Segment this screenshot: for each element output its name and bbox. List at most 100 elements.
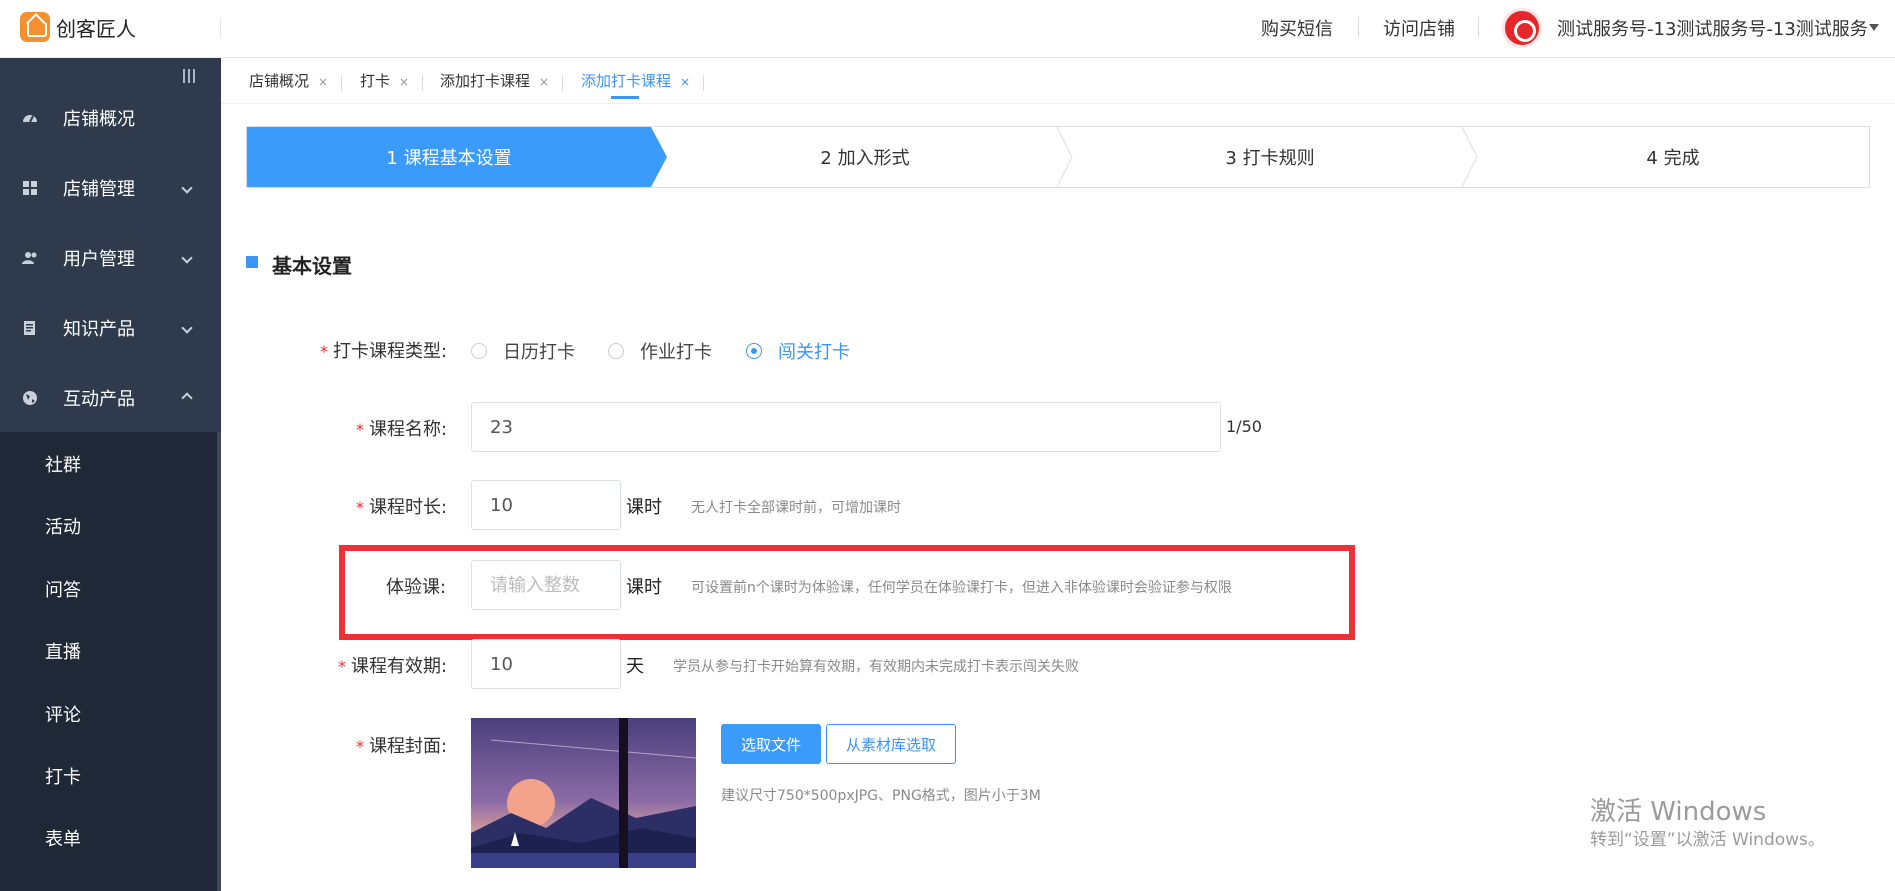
required-mark: * bbox=[320, 342, 328, 361]
submenu: 社群 活动 问答 直播 评论 打卡 表单 bbox=[0, 432, 217, 891]
close-icon[interactable]: × bbox=[318, 75, 328, 89]
close-icon[interactable]: × bbox=[539, 75, 549, 89]
cover-image bbox=[471, 718, 696, 868]
required-mark: * bbox=[356, 498, 364, 517]
divider bbox=[341, 75, 342, 91]
active-tab-indicator bbox=[611, 96, 639, 99]
validity-unit: 天 bbox=[626, 656, 644, 677]
sidebar-item-label: 店铺管理 bbox=[63, 179, 135, 200]
radio-circle[interactable] bbox=[471, 343, 487, 359]
collapse-menu-icon[interactable] bbox=[183, 69, 197, 83]
tab-checkin[interactable]: 打卡 × bbox=[360, 70, 409, 91]
buy-sms-link[interactable]: 购买短信 bbox=[1261, 15, 1333, 41]
divider bbox=[1478, 17, 1479, 37]
chevron-up-icon bbox=[181, 392, 193, 404]
label-text: 课程名称: bbox=[369, 419, 448, 440]
course-validity-input[interactable] bbox=[471, 639, 621, 689]
windows-activation-subtitle: 转到“设置”以激活 Windows。 bbox=[1590, 830, 1825, 850]
sidebar-item-knowledge-products[interactable]: 知识产品 bbox=[0, 293, 221, 363]
sidebar-subitem-live[interactable]: 直播 bbox=[45, 638, 81, 664]
radio-label: 作业打卡 bbox=[640, 342, 712, 363]
users-icon bbox=[22, 252, 37, 264]
windows-activation-title: 激活 Windows bbox=[1590, 797, 1767, 827]
logo-text: 创客匠人 bbox=[56, 16, 136, 41]
required-mark: * bbox=[356, 737, 364, 756]
duration-unit: 课时 bbox=[626, 497, 662, 518]
steps-bar: 1 课程基本设置 2 加入形式 3 打卡规则 4 完成 bbox=[246, 126, 1870, 188]
tab-add-checkin-course[interactable]: 添加打卡课程 × bbox=[440, 70, 549, 91]
top-bar: 创客匠人 购买短信 访问店铺 测试服务号-13测试服务号-13测试服务 bbox=[0, 0, 1895, 58]
sidebar-subitem-qa[interactable]: 问答 bbox=[45, 576, 81, 602]
select-from-library-button[interactable]: 从素材库选取 bbox=[826, 724, 956, 764]
close-icon[interactable]: × bbox=[680, 75, 690, 89]
trial-lesson-label: 体验课: bbox=[386, 577, 447, 598]
cover-illustration bbox=[471, 718, 696, 868]
close-icon[interactable]: × bbox=[399, 75, 409, 89]
grid-icon bbox=[23, 181, 37, 195]
tab-label: 打卡 bbox=[360, 72, 391, 90]
globe-icon bbox=[23, 391, 37, 405]
step-separators bbox=[651, 127, 1478, 187]
sidebar-item-label: 知识产品 bbox=[63, 319, 135, 340]
sidebar-item-store-overview[interactable]: 店铺概况 bbox=[0, 83, 221, 153]
course-validity-label: * 课程有效期: bbox=[338, 652, 447, 678]
required-mark: * bbox=[338, 657, 346, 676]
avatar[interactable] bbox=[1502, 8, 1542, 48]
cover-hint: 建议尺寸750*500pxJPG、PNG格式，图片小于3M bbox=[721, 788, 1041, 804]
divider bbox=[703, 75, 704, 91]
sidebar-item-label: 用户管理 bbox=[63, 249, 135, 270]
sidebar-subitem-checkin[interactable]: 打卡 bbox=[45, 763, 81, 789]
divider bbox=[220, 18, 221, 38]
label-text: 课程有效期: bbox=[351, 656, 448, 677]
logo[interactable]: 创客匠人 bbox=[20, 12, 136, 42]
visit-store-link[interactable]: 访问店铺 bbox=[1383, 15, 1455, 41]
chevron-down-icon bbox=[181, 252, 193, 264]
chevron-down-icon bbox=[181, 182, 193, 194]
section-marker bbox=[246, 256, 258, 268]
trial-unit: 课时 bbox=[626, 577, 662, 598]
course-duration-input[interactable] bbox=[471, 480, 621, 530]
tab-add-checkin-course-active[interactable]: 添加打卡课程 × bbox=[581, 70, 690, 91]
radio-homework-checkin[interactable]: 作业打卡 bbox=[608, 338, 712, 364]
char-counter: 1/50 bbox=[1226, 417, 1262, 436]
tab-label: 添加打卡课程 bbox=[581, 72, 672, 90]
radio-level-checkin[interactable]: 闯关打卡 bbox=[746, 338, 850, 364]
section-title: 基本设置 bbox=[272, 254, 352, 278]
select-file-button[interactable]: 选取文件 bbox=[721, 724, 821, 764]
sidebar-item-store-management[interactable]: 店铺管理 bbox=[0, 153, 221, 223]
chevron-down-icon bbox=[181, 322, 193, 334]
course-duration-label: * 课程时长: bbox=[356, 493, 447, 519]
divider bbox=[422, 75, 423, 91]
radio-label: 日历打卡 bbox=[503, 342, 575, 363]
trial-lesson-input[interactable] bbox=[471, 560, 621, 610]
sidebar-subitem-comments[interactable]: 评论 bbox=[45, 701, 81, 727]
user-name[interactable]: 测试服务号-13测试服务号-13测试服务 bbox=[1557, 15, 1868, 41]
sidebar-item-interactive-products[interactable]: 互动产品 bbox=[0, 363, 221, 433]
required-mark: * bbox=[356, 420, 364, 439]
label-text: 课程封面: bbox=[369, 736, 448, 757]
course-name-input[interactable] bbox=[471, 402, 1221, 452]
divider bbox=[1358, 17, 1359, 37]
radio-circle[interactable] bbox=[608, 343, 624, 359]
course-cover-label: * 课程封面: bbox=[356, 732, 447, 758]
divider bbox=[562, 75, 563, 91]
scrollbar[interactable] bbox=[217, 432, 221, 891]
chevron-down-icon[interactable] bbox=[1869, 24, 1879, 31]
document-icon bbox=[24, 321, 35, 335]
sidebar-subitem-community[interactable]: 社群 bbox=[45, 451, 81, 477]
tab-label: 店铺概况 bbox=[249, 72, 310, 90]
label-text: 打卡课程类型: bbox=[333, 341, 448, 362]
sidebar-item-label: 店铺概况 bbox=[63, 109, 135, 130]
radio-label: 闯关打卡 bbox=[778, 342, 850, 363]
sidebar-item-user-management[interactable]: 用户管理 bbox=[0, 223, 221, 293]
tab-store-overview[interactable]: 店铺概况 × bbox=[249, 70, 328, 91]
sidebar-subitem-forms[interactable]: 表单 bbox=[45, 825, 81, 851]
logo-icon bbox=[20, 12, 50, 42]
dashboard-icon bbox=[23, 115, 37, 123]
duration-hint: 无人打卡全部课时前，可增加课时 bbox=[691, 500, 901, 516]
radio-circle[interactable] bbox=[746, 343, 762, 359]
radio-calendar-checkin[interactable]: 日历打卡 bbox=[471, 338, 575, 364]
course-type-label: * 打卡课程类型: bbox=[320, 337, 447, 363]
sidebar-subitem-activity[interactable]: 活动 bbox=[45, 513, 81, 539]
course-name-label: * 课程名称: bbox=[356, 415, 447, 441]
